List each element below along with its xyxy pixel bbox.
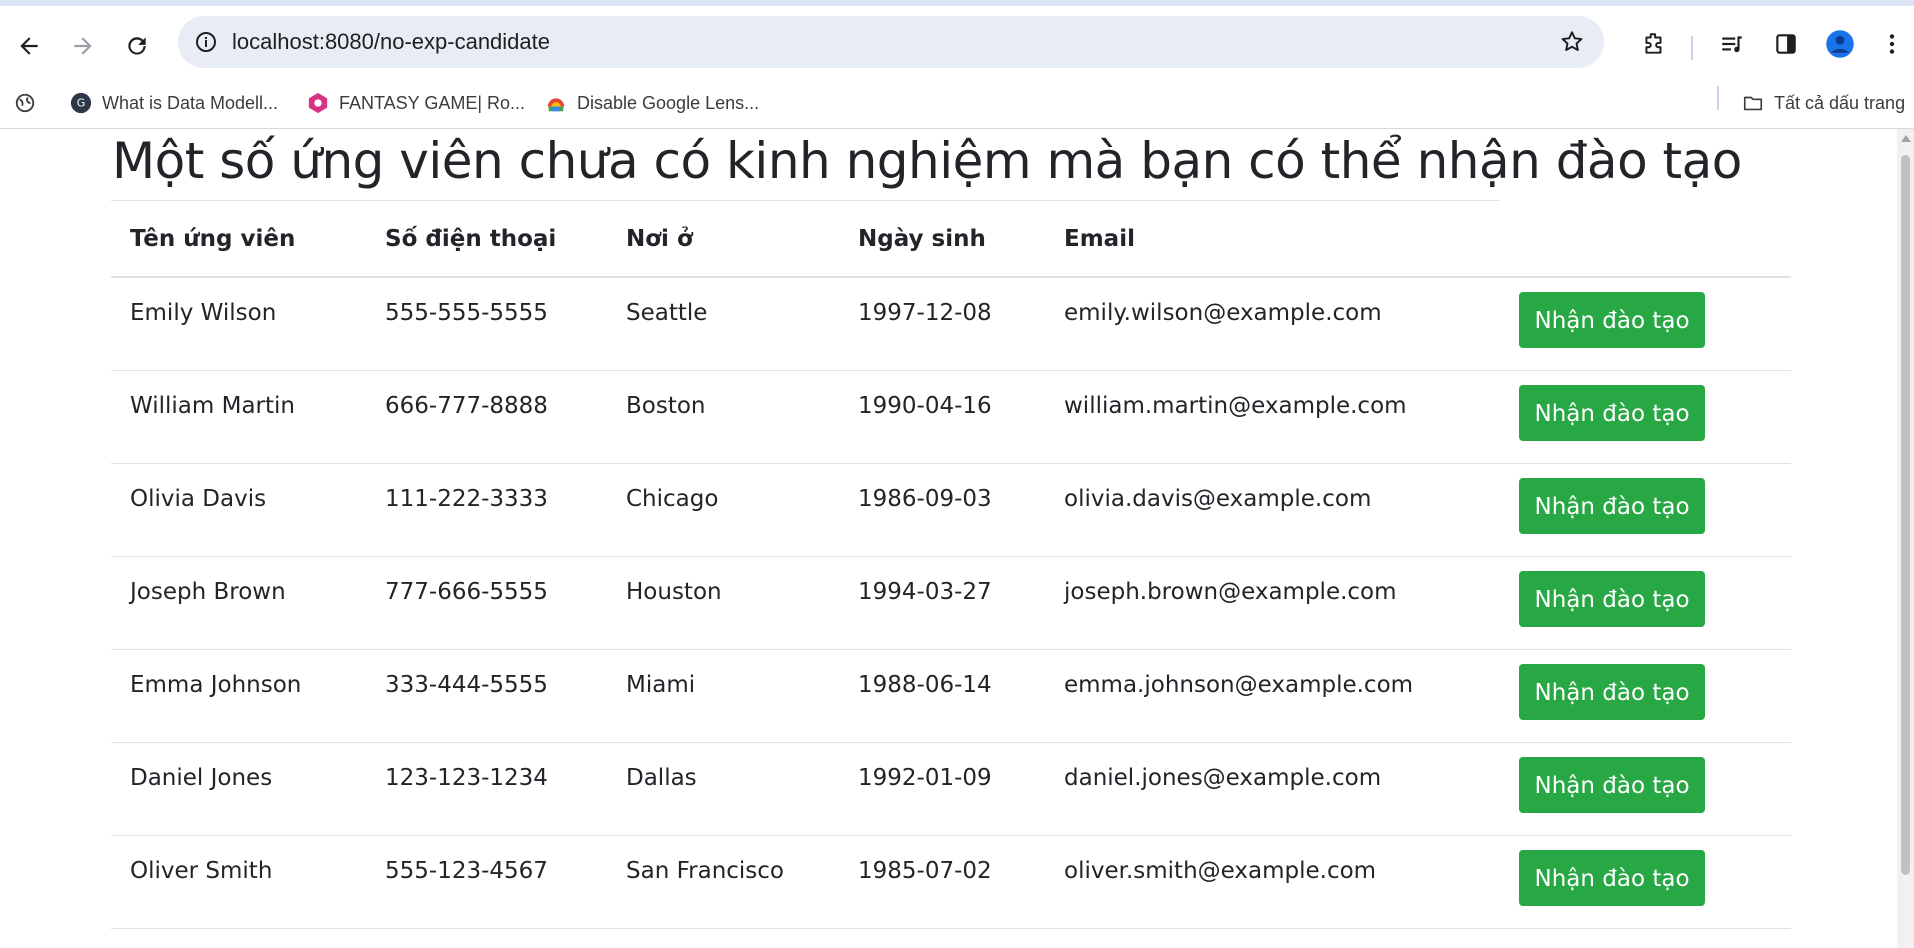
cell-dob: 1988-06-14 [839, 649, 1045, 743]
accept-training-button[interactable]: Nhận đào tạo [1519, 756, 1705, 813]
accept-training-button[interactable]: Nhận đào tạo [1519, 663, 1705, 720]
column-header-dob: Ngày sinh [839, 200, 1045, 278]
folder-icon [1742, 92, 1764, 114]
cell-city: Dallas [607, 742, 839, 836]
site-fantasy-icon [307, 92, 329, 114]
arrow-right-icon [74, 37, 92, 55]
bookmarks-bar: G What is Data Modell... FANTASY GAME| R… [0, 78, 1914, 129]
cell-name: Emily Wilson [111, 277, 366, 371]
cell-email: william.martin@example.com [1045, 370, 1500, 464]
cell-phone: 555-123-4567 [366, 835, 607, 929]
accept-training-button[interactable]: Nhận đào tạo [1519, 477, 1705, 534]
table-row: William Martin 666-777-8888 Boston 1990-04-… [111, 370, 1791, 464]
side-panel-icon[interactable] [1766, 24, 1806, 64]
apps-globe-icon[interactable] [14, 78, 46, 128]
bookmarks-divider [1717, 86, 1719, 110]
accept-training-button[interactable]: Nhận đào tạo [1519, 292, 1705, 348]
bookmark-disable-google-lens[interactable]: Disable Google Lens... [545, 78, 759, 128]
cell-phone: 777-666-5555 [366, 556, 607, 650]
table-row: Joseph Brown 777-666-5555 Houston 1994-03-2… [111, 556, 1791, 650]
candidates-table: Tên ứng viên Số điện thoại Nơi ở Ngày si… [111, 200, 1791, 929]
extensions-icon[interactable] [1634, 24, 1674, 64]
svg-text:G: G [77, 97, 86, 110]
reload-button[interactable] [117, 26, 157, 66]
page-title: Một số ứng viên chưa có kinh nghiệm mà b… [112, 132, 1742, 190]
cell-city: Boston [607, 370, 839, 464]
cell-action: Nhận đào tạo [1500, 277, 1791, 371]
accept-training-button[interactable]: Nhận đào tạo [1519, 570, 1705, 627]
cell-email: emma.johnson@example.com [1045, 649, 1500, 743]
column-header-name: Tên ứng viên [111, 200, 366, 278]
menu-icon[interactable] [1872, 24, 1912, 64]
reload-icon [128, 37, 146, 55]
cell-action: Nhận đào tạo [1500, 463, 1791, 557]
table-row: Emily Wilson 555-555-5555 Seattle 1997-12-0… [111, 277, 1791, 371]
scrollbar-thumb[interactable] [1901, 155, 1910, 875]
cell-name: William Martin [111, 370, 366, 464]
toolbar-divider [1691, 36, 1693, 60]
cell-phone: 555-555-5555 [366, 277, 607, 371]
cell-name: Emma Johnson [111, 649, 366, 743]
site-colorful-icon [545, 92, 567, 114]
arrow-left-icon [20, 37, 38, 55]
cell-name: Daniel Jones [111, 742, 366, 836]
cell-phone: 333-444-5555 [366, 649, 607, 743]
cell-action: Nhận đào tạo [1500, 556, 1791, 650]
column-header-phone: Số điện thoại [366, 200, 607, 278]
cell-action: Nhận đào tạo [1500, 835, 1791, 929]
table-row: Oliver Smith 555-123-4567 San Francisco 198… [111, 835, 1791, 929]
cell-city: San Francisco [607, 835, 839, 929]
back-button[interactable] [9, 26, 49, 66]
cell-dob: 1985-07-02 [839, 835, 1045, 929]
cell-action: Nhận đào tạo [1500, 742, 1791, 836]
bookmark-fantasy-game[interactable]: FANTASY GAME| Ro... [307, 78, 525, 128]
column-header-action [1500, 200, 1791, 278]
table-row: Daniel Jones 123-123-1234 Dallas 1992-01-09… [111, 742, 1791, 836]
cell-city: Seattle [607, 277, 839, 371]
table-row: Emma Johnson 333-444-5555 Miami 1988-06-14 e… [111, 649, 1791, 743]
table-header-row: Tên ứng viên Số điện thoại Nơi ở Ngày si… [111, 200, 1791, 278]
url-text[interactable]: localhost:8080/no-exp-candidate [232, 16, 550, 68]
site-g-icon: G [70, 92, 92, 114]
forward-button[interactable] [63, 26, 103, 66]
accept-training-button[interactable]: Nhận đào tạo [1519, 849, 1705, 906]
cell-phone: 123-123-1234 [366, 742, 607, 836]
table-row: Olivia Davis 111-222-3333 Chicago 1986-09-0… [111, 463, 1791, 557]
cell-email: joseph.brown@example.com [1045, 556, 1500, 650]
media-control-icon[interactable] [1712, 24, 1752, 64]
scroll-up-icon[interactable] [1901, 135, 1911, 142]
cell-dob: 1990-04-16 [839, 370, 1045, 464]
cell-name: Oliver Smith [111, 835, 366, 929]
cell-dob: 1997-12-08 [839, 277, 1045, 371]
cell-email: olivia.davis@example.com [1045, 463, 1500, 557]
page-content: Một số ứng viên chưa có kinh nghiệm mà b… [0, 129, 1897, 948]
vertical-scrollbar[interactable] [1897, 129, 1914, 948]
accept-training-button[interactable]: Nhận đào tạo [1519, 384, 1705, 441]
cell-name: Joseph Brown [111, 556, 366, 650]
cell-name: Olivia Davis [111, 463, 366, 557]
address-bar[interactable]: localhost:8080/no-exp-candidate [178, 16, 1604, 68]
column-header-email: Email [1045, 200, 1500, 278]
cell-phone: 111-222-3333 [366, 463, 607, 557]
cell-city: Houston [607, 556, 839, 650]
cell-dob: 1986-09-03 [839, 463, 1045, 557]
browser-toolbar: localhost:8080/no-exp-candidate [0, 6, 1914, 84]
site-info-icon[interactable] [190, 26, 222, 58]
cell-email: daniel.jones@example.com [1045, 742, 1500, 836]
cell-dob: 1992-01-09 [839, 742, 1045, 836]
cell-phone: 666-777-8888 [366, 370, 607, 464]
all-bookmarks[interactable]: Tất cả dấu trang [1742, 78, 1905, 128]
cell-email: emily.wilson@example.com [1045, 277, 1500, 371]
cell-email: oliver.smith@example.com [1045, 835, 1500, 929]
cell-city: Miami [607, 649, 839, 743]
bookmark-star-icon[interactable] [1556, 26, 1588, 58]
bookmark-data-modelling[interactable]: G What is Data Modell... [70, 78, 278, 128]
column-header-city: Nơi ở [607, 200, 839, 278]
cell-city: Chicago [607, 463, 839, 557]
cell-dob: 1994-03-27 [839, 556, 1045, 650]
cell-action: Nhận đào tạo [1500, 370, 1791, 464]
cell-action: Nhận đào tạo [1500, 649, 1791, 743]
profile-avatar[interactable] [1820, 24, 1860, 64]
